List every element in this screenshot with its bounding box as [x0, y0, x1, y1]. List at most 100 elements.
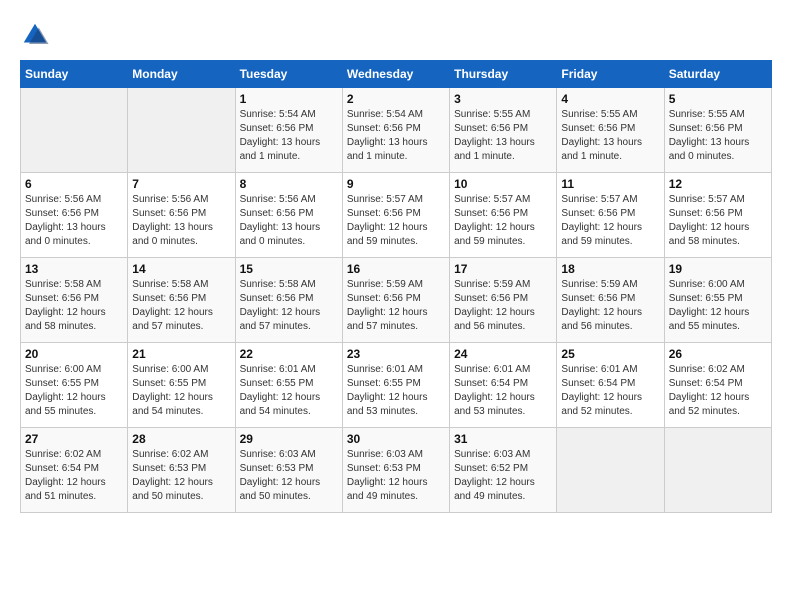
day-number: 27: [25, 432, 123, 446]
day-info: Sunrise: 5:56 AMSunset: 6:56 PMDaylight:…: [25, 193, 123, 249]
calendar-week-row: 1 Sunrise: 5:54 AMSunset: 6:56 PMDaylight…: [21, 88, 772, 173]
day-info: Sunrise: 6:01 AMSunset: 6:55 PMDaylight:…: [240, 363, 338, 419]
day-info: Sunrise: 6:03 AMSunset: 6:53 PMDaylight:…: [240, 448, 338, 504]
day-number: 11: [561, 177, 659, 191]
logo-icon: [20, 20, 50, 50]
day-number: 14: [132, 262, 230, 276]
calendar-cell: 31 Sunrise: 6:03 AMSunset: 6:52 PMDayligh…: [450, 428, 557, 513]
calendar-cell: 16 Sunrise: 5:59 AMSunset: 6:56 PMDayligh…: [342, 258, 449, 343]
logo: [20, 20, 55, 50]
calendar-cell: 27 Sunrise: 6:02 AMSunset: 6:54 PMDayligh…: [21, 428, 128, 513]
day-info: Sunrise: 5:57 AMSunset: 6:56 PMDaylight:…: [347, 193, 445, 249]
calendar-cell: 24Sunrise: 6:01 AMSunset: 6:54 PMDayligh…: [450, 343, 557, 428]
page-header: [20, 20, 772, 50]
day-number: 12: [669, 177, 767, 191]
weekday-header-thursday: Thursday: [450, 61, 557, 88]
calendar-cell: 14 Sunrise: 5:58 AMSunset: 6:56 PMDayligh…: [128, 258, 235, 343]
calendar-cell: [557, 428, 664, 513]
calendar-cell: 17 Sunrise: 5:59 AMSunset: 6:56 PMDayligh…: [450, 258, 557, 343]
day-info: Sunrise: 5:55 AMSunset: 6:56 PMDaylight:…: [669, 108, 767, 164]
day-info: Sunrise: 5:55 AMSunset: 6:56 PMDaylight:…: [561, 108, 659, 164]
day-info: Sunrise: 6:00 AMSunset: 6:55 PMDaylight:…: [132, 363, 230, 419]
day-info: Sunrise: 5:54 AMSunset: 6:56 PMDaylight:…: [240, 108, 338, 164]
day-info: Sunrise: 6:02 AMSunset: 6:53 PMDaylight:…: [132, 448, 230, 504]
weekday-header-friday: Friday: [557, 61, 664, 88]
day-number: 30: [347, 432, 445, 446]
calendar-cell: [128, 88, 235, 173]
day-info: Sunrise: 5:58 AMSunset: 6:56 PMDaylight:…: [132, 278, 230, 334]
calendar-cell: 9Sunrise: 5:57 AMSunset: 6:56 PMDaylight…: [342, 173, 449, 258]
day-number: 24: [454, 347, 552, 361]
day-number: 20: [25, 347, 123, 361]
day-number: 25: [561, 347, 659, 361]
day-info: Sunrise: 5:57 AMSunset: 6:56 PMDaylight:…: [561, 193, 659, 249]
day-info: Sunrise: 5:54 AMSunset: 6:56 PMDaylight:…: [347, 108, 445, 164]
calendar-cell: 22 Sunrise: 6:01 AMSunset: 6:55 PMDayligh…: [235, 343, 342, 428]
calendar-cell: 18 Sunrise: 5:59 AMSunset: 6:56 PMDayligh…: [557, 258, 664, 343]
calendar-cell: 6 Sunrise: 5:56 AMSunset: 6:56 PMDaylight…: [21, 173, 128, 258]
day-number: 26: [669, 347, 767, 361]
day-number: 5: [669, 92, 767, 106]
day-info: Sunrise: 6:02 AMSunset: 6:54 PMDaylight:…: [669, 363, 767, 419]
day-info: Sunrise: 5:56 AMSunset: 6:56 PMDaylight:…: [132, 193, 230, 249]
day-number: 7: [132, 177, 230, 191]
calendar-cell: 20Sunrise: 6:00 AMSunset: 6:55 PMDayligh…: [21, 343, 128, 428]
calendar-cell: 28 Sunrise: 6:02 AMSunset: 6:53 PMDayligh…: [128, 428, 235, 513]
calendar-cell: 25 Sunrise: 6:01 AMSunset: 6:54 PMDayligh…: [557, 343, 664, 428]
day-number: 4: [561, 92, 659, 106]
day-info: Sunrise: 5:55 AMSunset: 6:56 PMDaylight:…: [454, 108, 552, 164]
day-info: Sunrise: 6:03 AMSunset: 6:52 PMDaylight:…: [454, 448, 552, 504]
day-info: Sunrise: 5:57 AMSunset: 6:56 PMDaylight:…: [669, 193, 767, 249]
day-number: 18: [561, 262, 659, 276]
day-number: 16: [347, 262, 445, 276]
calendar-cell: 7 Sunrise: 5:56 AMSunset: 6:56 PMDaylight…: [128, 173, 235, 258]
day-number: 28: [132, 432, 230, 446]
calendar-week-row: 6 Sunrise: 5:56 AMSunset: 6:56 PMDaylight…: [21, 173, 772, 258]
weekday-header-saturday: Saturday: [664, 61, 771, 88]
day-info: Sunrise: 5:56 AMSunset: 6:56 PMDaylight:…: [240, 193, 338, 249]
day-info: Sunrise: 5:57 AMSunset: 6:56 PMDaylight:…: [454, 193, 552, 249]
calendar-cell: 10 Sunrise: 5:57 AMSunset: 6:56 PMDayligh…: [450, 173, 557, 258]
day-number: 19: [669, 262, 767, 276]
calendar-cell: 12 Sunrise: 5:57 AMSunset: 6:56 PMDayligh…: [664, 173, 771, 258]
weekday-header-tuesday: Tuesday: [235, 61, 342, 88]
calendar-table: SundayMondayTuesdayWednesdayThursdayFrid…: [20, 60, 772, 513]
day-number: 15: [240, 262, 338, 276]
weekday-header-sunday: Sunday: [21, 61, 128, 88]
day-number: 31: [454, 432, 552, 446]
calendar-cell: 15 Sunrise: 5:58 AMSunset: 6:56 PMDayligh…: [235, 258, 342, 343]
calendar-cell: 11 Sunrise: 5:57 AMSunset: 6:56 PMDayligh…: [557, 173, 664, 258]
day-number: 29: [240, 432, 338, 446]
day-number: 21: [132, 347, 230, 361]
weekday-header-row: SundayMondayTuesdayWednesdayThursdayFrid…: [21, 61, 772, 88]
weekday-header-wednesday: Wednesday: [342, 61, 449, 88]
day-info: Sunrise: 5:59 AMSunset: 6:56 PMDaylight:…: [454, 278, 552, 334]
weekday-header-monday: Monday: [128, 61, 235, 88]
calendar-cell: 23 Sunrise: 6:01 AMSunset: 6:55 PMDayligh…: [342, 343, 449, 428]
calendar-cell: 29 Sunrise: 6:03 AMSunset: 6:53 PMDayligh…: [235, 428, 342, 513]
day-info: Sunrise: 6:02 AMSunset: 6:54 PMDaylight:…: [25, 448, 123, 504]
day-info: Sunrise: 5:58 AMSunset: 6:56 PMDaylight:…: [25, 278, 123, 334]
calendar-cell: 21 Sunrise: 6:00 AMSunset: 6:55 PMDayligh…: [128, 343, 235, 428]
day-info: Sunrise: 5:59 AMSunset: 6:56 PMDaylight:…: [347, 278, 445, 334]
day-number: 23: [347, 347, 445, 361]
calendar-week-row: 20 Sunrise: 6:00 AMSunset: 6:55 PMDayligh…: [21, 343, 772, 428]
day-info: Sunrise: 6:01 AMSunset: 6:55 PMDaylight:…: [347, 363, 445, 419]
day-info: Sunrise: 6:01 AMSunset: 6:54 PMDaylight:…: [561, 363, 659, 419]
day-number: 17: [454, 262, 552, 276]
calendar-cell: 4 Sunrise: 5:55 AMSunset: 6:56 PMDaylight…: [557, 88, 664, 173]
day-number: 10: [454, 177, 552, 191]
calendar-cell: 2 Sunrise: 5:54 AMSunset: 6:56 PMDaylight…: [342, 88, 449, 173]
day-info: Sunrise: 5:59 AMSunset: 6:56 PMDaylight:…: [561, 278, 659, 334]
calendar-week-row: 27 Sunrise: 6:02 AMSunset: 6:54 PMDayligh…: [21, 428, 772, 513]
calendar-cell: 5 Sunrise: 5:55 AMSunset: 6:56 PMDaylight…: [664, 88, 771, 173]
calendar-cell: 8Sunrise: 5:56 AMSunset: 6:56 PMDaylight…: [235, 173, 342, 258]
day-info: Sunrise: 5:58 AMSunset: 6:56 PMDaylight:…: [240, 278, 338, 334]
day-number: 22: [240, 347, 338, 361]
day-number: 3: [454, 92, 552, 106]
day-number: 2: [347, 92, 445, 106]
day-number: 1: [240, 92, 338, 106]
day-number: 13: [25, 262, 123, 276]
calendar-cell: 26 Sunrise: 6:02 AMSunset: 6:54 PMDayligh…: [664, 343, 771, 428]
day-number: 6: [25, 177, 123, 191]
